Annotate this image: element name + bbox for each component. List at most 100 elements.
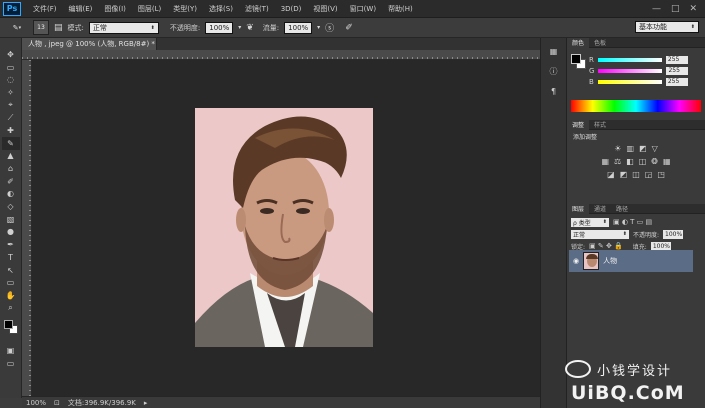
document-tab[interactable]: 人物 , jpeg @ 100% (人物, RGB/8#) * — [22, 38, 157, 50]
vibrance-icon[interactable]: ▽ — [652, 144, 658, 153]
r-value[interactable]: 255 — [665, 55, 688, 64]
selective-color-icon[interactable]: ◳ — [657, 170, 665, 179]
brush-panel-icon[interactable]: ▤ — [54, 23, 63, 33]
eyedropper-tool-icon[interactable]: ⟋ — [2, 111, 20, 124]
brush-preset-picker[interactable]: ✎ ▾ — [6, 20, 28, 35]
r-slider[interactable] — [597, 57, 662, 62]
brightness-icon[interactable]: ☀ — [614, 144, 621, 153]
opacity-input[interactable]: 100% — [205, 21, 234, 34]
stamp-tool-icon[interactable]: ▲ — [2, 150, 20, 163]
color-row-b: B 255 — [567, 76, 705, 87]
layer-filter-row: ρ 类型 ⬍ ▣ ◐ T ▭ ▤ — [567, 216, 705, 228]
flow-input[interactable]: 100% — [284, 21, 313, 34]
quick-mask-icon[interactable]: ▣ — [2, 344, 20, 357]
pressure-size-icon[interactable]: ✐ — [345, 23, 353, 33]
posterize-icon[interactable]: ◩ — [620, 170, 628, 179]
zoom-level[interactable]: 100% — [26, 399, 46, 407]
minimize-button[interactable]: — — [652, 4, 661, 14]
blur-tool-icon[interactable]: ◇ — [2, 200, 20, 213]
layer-item[interactable]: ◉ 人物 — [569, 250, 693, 272]
threshold-icon[interactable]: ◫ — [632, 170, 640, 179]
invert-icon[interactable]: ◪ — [607, 170, 615, 179]
layer-opacity-input[interactable]: 100% — [663, 229, 684, 239]
menu-edit[interactable]: 编辑(E) — [63, 4, 99, 14]
color-swatches[interactable] — [2, 318, 20, 340]
color-lookup-icon[interactable]: ▦ — [663, 157, 671, 166]
canvas-area[interactable] — [32, 60, 540, 396]
tab-channels[interactable]: 通道 — [589, 204, 611, 213]
channel-mixer-icon[interactable]: ❂ — [651, 157, 658, 166]
color-spectrum[interactable] — [571, 100, 701, 112]
menu-window[interactable]: 窗口(W) — [344, 4, 382, 14]
pen-tool-icon[interactable]: ✒ — [2, 238, 20, 251]
brush-size-box[interactable]: 13 — [33, 20, 49, 35]
history-brush-tool-icon[interactable]: ⌂ — [2, 162, 20, 175]
b-value[interactable]: 255 — [665, 77, 688, 86]
flow-dropdown-icon[interactable]: ▾ — [317, 24, 320, 31]
pressure-opacity-icon[interactable]: ❦ — [246, 23, 254, 33]
chevron-down-icon: ⬍ — [150, 24, 155, 31]
shape-tool-icon[interactable]: ▭ — [2, 276, 20, 289]
brush-tool-icon[interactable]: ✎ — [1, 136, 20, 150]
menu-3d[interactable]: 3D(D) — [275, 5, 308, 13]
maximize-button[interactable]: □ — [671, 4, 680, 14]
gradient-tool-icon[interactable]: ◐ — [2, 188, 20, 201]
hand-tool-icon[interactable]: ✋ — [2, 289, 20, 302]
tab-paths[interactable]: 路径 — [611, 204, 633, 213]
color-balance-icon[interactable]: ⚖ — [614, 157, 621, 166]
tab-layers[interactable]: 图层 — [567, 203, 590, 214]
history-panel-icon[interactable]: ▦ — [545, 44, 563, 58]
workspace-dropdown[interactable]: 基本功能 ⬍ — [635, 21, 699, 33]
close-button[interactable]: ✕ — [689, 4, 697, 14]
tab-color[interactable]: 颜色 — [567, 37, 590, 48]
lock-icons[interactable]: ▣ ✎ ✥ 🔒 — [589, 242, 623, 250]
menu-help[interactable]: 帮助(H) — [382, 4, 419, 14]
tab-adjustments[interactable]: 调整 — [567, 119, 590, 130]
filter-icons[interactable]: ▣ ◐ T ▭ ▤ — [613, 218, 652, 226]
photo-filter-icon[interactable]: ◫ — [639, 157, 647, 166]
foreground-color-swatch[interactable] — [3, 320, 13, 330]
mode-dropdown[interactable]: 正常 ⬍ — [88, 21, 159, 34]
black-white-icon[interactable]: ◧ — [626, 157, 634, 166]
eraser-tool-icon[interactable]: ✐ — [2, 175, 20, 188]
menu-select[interactable]: 选择(S) — [203, 4, 239, 14]
move-tool-icon[interactable]: ✥ — [2, 48, 20, 61]
visibility-eye-icon[interactable]: ◉ — [573, 257, 579, 265]
properties-panel-icon[interactable]: ⓘ — [545, 64, 563, 78]
type-tool-icon[interactable]: T — [2, 251, 20, 264]
levels-icon[interactable]: ▥ — [626, 144, 634, 153]
marquee-tool-icon[interactable]: ▭ — [2, 61, 20, 74]
curves-icon[interactable]: ◩ — [639, 144, 647, 153]
lasso-tool-icon[interactable]: ◌ — [2, 73, 20, 86]
gradient-map-icon[interactable]: ◲ — [645, 170, 653, 179]
hue-sat-icon[interactable]: ▦ — [601, 157, 609, 166]
g-slider[interactable] — [598, 68, 663, 73]
burn-tool-icon[interactable]: ● — [2, 226, 20, 239]
screen-mode-icon[interactable]: ▭ — [2, 357, 20, 370]
g-value[interactable]: 255 — [666, 66, 689, 75]
layer-kind-dropdown[interactable]: ρ 类型 ⬍ — [571, 217, 609, 227]
menu-view[interactable]: 视图(V) — [307, 4, 343, 14]
opacity-dropdown-icon[interactable]: ▾ — [238, 24, 241, 31]
airbrush-icon[interactable]: ⓢ — [325, 21, 334, 34]
portrait-photo[interactable] — [195, 108, 373, 347]
arrow-right-icon[interactable]: ▸ — [144, 399, 148, 407]
healing-tool-icon[interactable]: ✚ — [2, 124, 20, 137]
b-slider[interactable] — [597, 79, 662, 84]
blend-mode-dropdown[interactable]: 正常 ⬍ — [571, 229, 629, 239]
tab-styles[interactable]: 样式 — [589, 120, 611, 129]
fg-color-preview[interactable] — [571, 54, 581, 64]
dodge-tool-icon[interactable]: ▧ — [2, 213, 20, 226]
menu-file[interactable]: 文件(F) — [27, 4, 63, 14]
paragraph-panel-icon[interactable]: ¶ — [545, 84, 563, 98]
menu-image[interactable]: 图像(I) — [98, 4, 132, 14]
path-select-tool-icon[interactable]: ↖ — [2, 264, 20, 277]
crop-tool-icon[interactable]: ⌖ — [2, 99, 20, 112]
quick-select-tool-icon[interactable]: ✧ — [2, 86, 20, 99]
zoom-tool-icon[interactable]: ⌕ — [2, 302, 20, 315]
menu-filter[interactable]: 滤镜(T) — [239, 4, 275, 14]
document-info[interactable]: 文档:396.9K/396.9K — [68, 398, 136, 408]
tab-swatches[interactable]: 色板 — [589, 38, 611, 47]
menu-layer[interactable]: 图层(L) — [132, 4, 167, 14]
menu-type[interactable]: 类型(Y) — [167, 4, 203, 14]
